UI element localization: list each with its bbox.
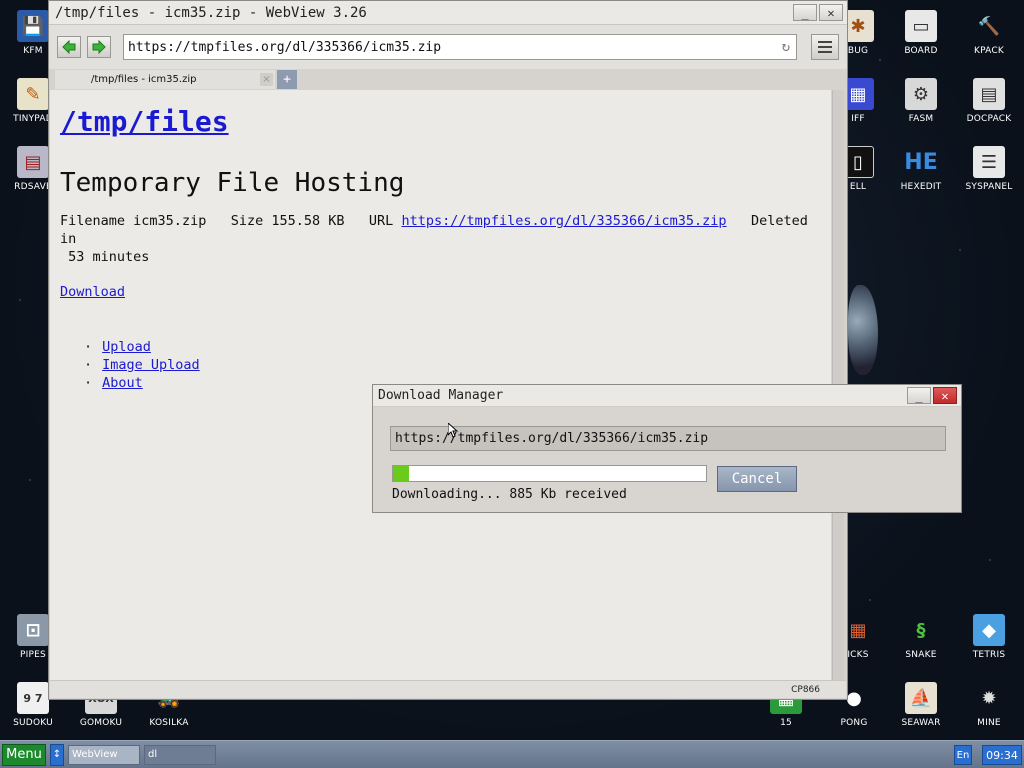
forward-button[interactable] [87, 36, 111, 58]
notepad-icon: ✎ [17, 78, 49, 110]
start-menu-button[interactable]: Menu [2, 743, 46, 766]
cancel-button[interactable]: Cancel [717, 466, 797, 492]
progress-fill [393, 466, 409, 481]
address-bar[interactable]: https://tmpfiles.org/dl/335366/icm35.zip… [123, 34, 797, 60]
download-link[interactable]: Download [60, 284, 125, 300]
window-titlebar[interactable]: /tmp/files - icm35.zip - WebView 3.26 _ … [49, 1, 847, 25]
desktop-icon-hexedit[interactable]: HE HEXEDIT [889, 146, 953, 193]
download-url-field[interactable]: https://tmpfiles.org/dl/335366/icm35.zip [390, 426, 946, 451]
floppy-icon: 💾 [17, 10, 49, 42]
desktop-icon-syspanel[interactable]: ☰ SYSPANEL [957, 146, 1021, 192]
tab-current[interactable]: /tmp/files - icm35.zip × [55, 70, 275, 89]
tab-bar: /tmp/files - icm35.zip × + [49, 69, 847, 89]
language-indicator[interactable]: En [954, 745, 972, 765]
ship-icon: ⛵ [905, 682, 937, 714]
desktop-icon-docpack[interactable]: ▤ DOCPACK [957, 78, 1021, 124]
site-title-link[interactable]: /tmp/files [60, 105, 229, 138]
fasm-icon: ⚙ [905, 78, 937, 110]
sliders-icon: ☰ [973, 146, 1005, 178]
arrow-right-icon [92, 40, 106, 54]
clock[interactable]: 09:34 [982, 745, 1022, 765]
desktop-icon-fasm[interactable]: ⚙ FASM [889, 78, 953, 124]
address-text: https://tmpfiles.org/dl/335366/icm35.zip [128, 39, 442, 55]
reload-icon[interactable]: ↻ [782, 39, 790, 55]
tab-close-icon[interactable]: × [260, 73, 273, 86]
desktop-icon-mine[interactable]: ✹ MINE [957, 682, 1021, 729]
browser-toolbar: https://tmpfiles.org/dl/335366/icm35.zip… [49, 25, 847, 69]
desktop-icon-tetris[interactable]: ◆ TETRIS [957, 614, 1021, 660]
wallpaper-asteroid [848, 285, 878, 375]
taskbar-item-dl[interactable]: dl [144, 744, 216, 765]
new-tab-button[interactable]: + [277, 70, 297, 89]
desktop-icon-seawar[interactable]: ⛵ SEAWAR [889, 682, 953, 728]
mine-icon: ✹ [981, 687, 997, 709]
snake-icon: § [916, 619, 926, 641]
dialog-close-button[interactable]: ✕ [933, 387, 957, 404]
arrow-left-icon [62, 40, 76, 54]
page-heading: Temporary File Hosting [60, 168, 405, 198]
disk-save-icon: ▤ [17, 146, 49, 178]
tetris-block-icon: ◆ [973, 614, 1005, 646]
dialog-title: Download Manager [378, 388, 504, 403]
close-button[interactable]: ✕ [819, 4, 843, 21]
back-button[interactable] [57, 36, 81, 58]
about-link[interactable]: About [102, 375, 143, 391]
download-progress-bar [392, 465, 707, 482]
hex-editor-icon: HE [904, 149, 938, 175]
hammer-icon: 🔨 [977, 15, 1001, 37]
list-item: Image Upload [84, 356, 821, 374]
status-bar: CP866 [50, 680, 846, 698]
image-upload-link[interactable]: Image Upload [102, 357, 200, 373]
dialog-titlebar[interactable]: Download Manager _ ✕ [373, 385, 961, 407]
upload-link[interactable]: Upload [102, 339, 151, 355]
pipes-icon: ⊡ [17, 614, 49, 646]
taskbar: Menu ↕ WebView dl En 09:34 [0, 740, 1024, 768]
board-icon: ▭ [905, 10, 937, 42]
switch-arrow-icon[interactable]: ↕ [50, 743, 64, 766]
webview-window: /tmp/files - icm35.zip - WebView 3.26 _ … [48, 0, 848, 700]
window-title: /tmp/files - icm35.zip - WebView 3.26 [55, 4, 367, 21]
taskbar-item-webview[interactable]: WebView [68, 744, 140, 765]
tab-label: /tmp/files - icm35.zip [91, 74, 197, 85]
minimize-button[interactable]: _ [793, 4, 817, 21]
deleted-value: 53 minutes [68, 249, 150, 265]
filename-value: icm35.zip [133, 213, 207, 229]
file-url-link[interactable]: https://tmpfiles.org/dl/335366/icm35.zip [401, 213, 726, 229]
mouse-cursor-icon [448, 423, 458, 438]
size-value: 155.58 KB [271, 213, 345, 229]
download-manager-dialog: Download Manager _ ✕ https://tmpfiles.or… [372, 384, 962, 513]
desktop-icon-kpack[interactable]: 🔨 KPACK [957, 10, 1021, 57]
cabinet-icon: ▤ [973, 78, 1005, 110]
desktop-icon-snake[interactable]: § SNAKE [889, 614, 953, 661]
dialog-minimize-button[interactable]: _ [907, 387, 931, 404]
browser-menu-button[interactable] [811, 34, 839, 60]
encoding-label[interactable]: CP866 [791, 685, 820, 695]
sudoku-grid-icon: 9 7 [17, 682, 49, 714]
list-item: Upload [84, 338, 821, 356]
desktop-icon-board[interactable]: ▭ BOARD [889, 10, 953, 56]
download-status: Downloading... 885 Kb received [392, 487, 627, 502]
file-info: Filename icm35.zip Size 155.58 KB URL ht… [60, 213, 816, 265]
hamburger-icon [818, 41, 832, 43]
